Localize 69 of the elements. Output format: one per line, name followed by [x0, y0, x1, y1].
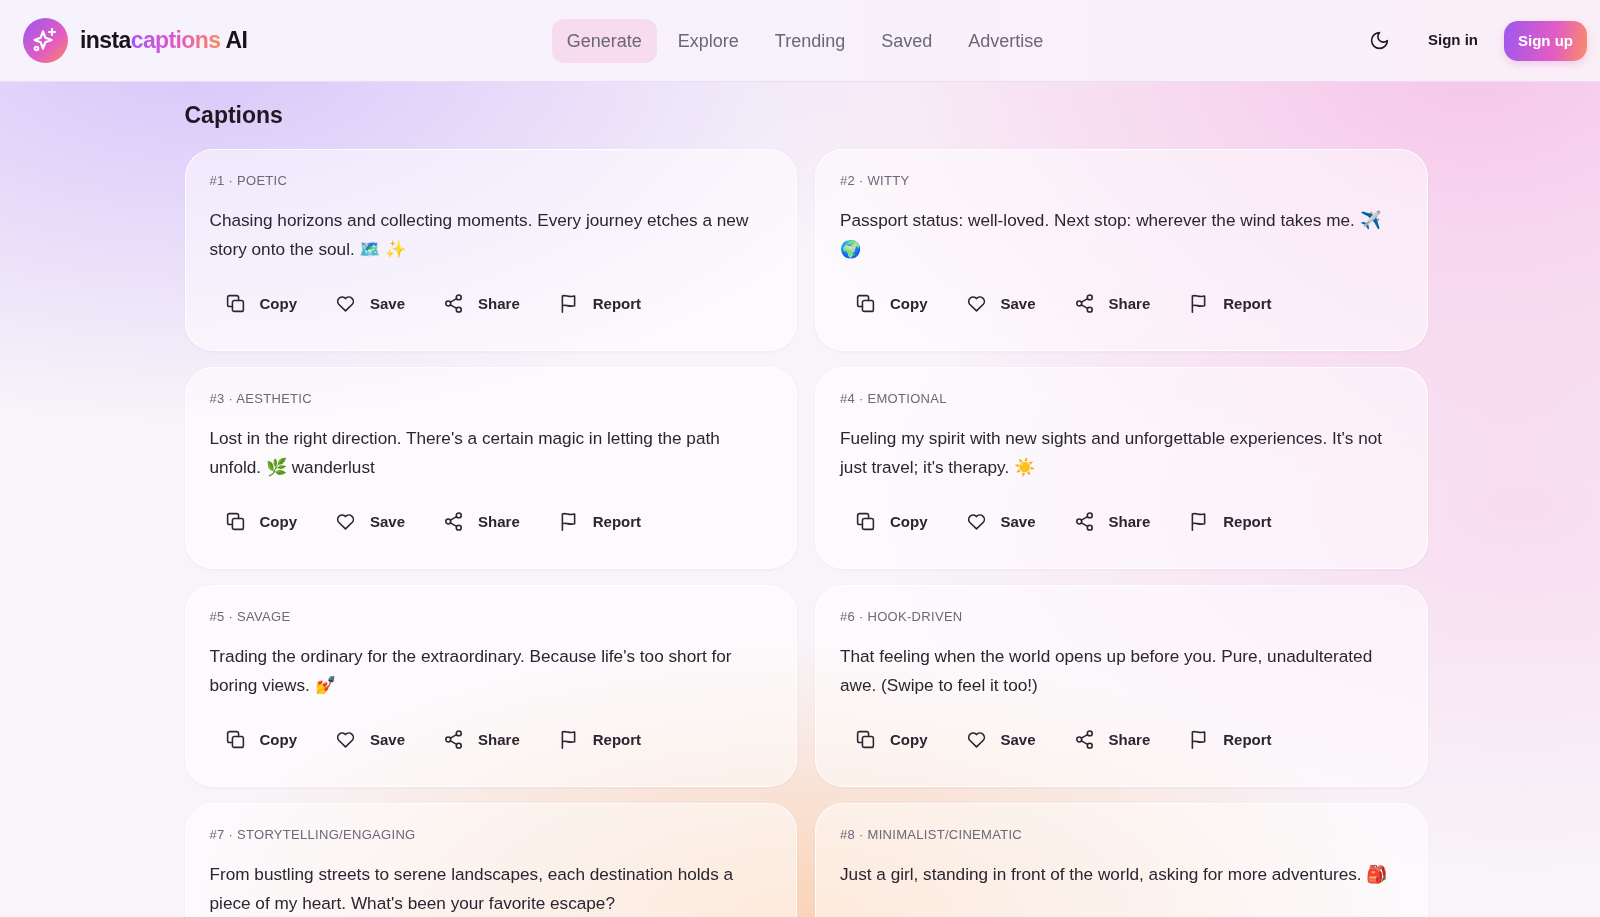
report-button[interactable]: Report [1173, 284, 1287, 323]
share-button[interactable]: Share [1058, 502, 1166, 541]
copy-icon [224, 729, 246, 750]
caption-text: Chasing horizons and collecting moments. Every journey etches a new story onto the soul. 🗺 ✨ [209, 209, 750, 261]
copy-icon [855, 511, 876, 532]
caption-label: #6 · HOOK-DRIVEN [840, 608, 964, 626]
copy-button[interactable]: Copy [840, 720, 943, 759]
nav-tab[interactable]: Trending [759, 18, 861, 63]
share-icon [443, 511, 465, 532]
section-title: Captions [184, 101, 284, 130]
copy-button[interactable]: Copy [209, 720, 312, 759]
report-button[interactable]: Report [542, 502, 657, 541]
sign-up-button[interactable]: Sign up [1504, 20, 1587, 61]
report-button[interactable]: Report [542, 720, 657, 759]
heart-icon [965, 511, 987, 532]
moon-icon [1369, 30, 1390, 51]
caption-text: Lost in the right direction. There's a certain magic in letting the path unfold. 🌿 wanderlust [209, 427, 721, 479]
sign-in-button[interactable]: Sign in [1416, 21, 1490, 60]
share-button[interactable]: Share [1058, 720, 1166, 759]
caption-text: That feeling when the world opens up before you. Pure, unadulterated awe. (Swipe to feel it too!) [840, 645, 1374, 697]
copy-icon [855, 293, 876, 314]
caption-label: #4 · EMOTIONAL [840, 390, 948, 408]
nav-tab[interactable]: Advertise [953, 18, 1059, 63]
caption-text: From bustling streets to serene landscapes, each destination holds a piece of my heart. What's been your favorite escape? [209, 863, 735, 915]
share-icon [1073, 293, 1095, 314]
share-icon [443, 293, 465, 314]
copy-icon [224, 511, 246, 532]
save-button[interactable]: Save [950, 720, 1051, 759]
share-icon [1073, 729, 1095, 750]
caption-label: #8 · MINIMALIST/CINEMATIC [840, 826, 1024, 844]
report-button[interactable]: Report [1173, 502, 1287, 541]
caption-label: #5 · SAVAGE [209, 608, 292, 626]
save-button[interactable]: Save [320, 720, 421, 759]
caption-text: Fueling my spirit with new sights and unforgettable experiences. It's not just travel; it's therapy. ☀ [840, 427, 1384, 479]
caption-label: #3 · AESTHETIC [209, 390, 313, 408]
save-button[interactable]: Save [950, 284, 1051, 323]
save-button[interactable]: Save [320, 502, 421, 541]
report-button[interactable]: Report [1173, 720, 1287, 759]
report-button[interactable]: Report [542, 284, 657, 323]
share-button[interactable]: Share [1058, 284, 1166, 323]
copy-button[interactable]: Copy [840, 502, 943, 541]
share-icon [1073, 511, 1095, 532]
heart-icon [965, 729, 987, 750]
nav-tab[interactable]: Generate [551, 18, 657, 63]
sparkles-logo-icon [23, 18, 68, 63]
share-button[interactable]: Share [428, 720, 535, 759]
heart-icon [335, 729, 356, 750]
caption-text: Just a girl, standing in front of the world, asking for more adventures. 🎒 [840, 863, 1389, 886]
save-button[interactable]: Save [320, 284, 421, 323]
copy-icon [224, 293, 246, 314]
copy-icon [855, 729, 876, 750]
save-button[interactable]: Save [950, 502, 1051, 541]
nav-tab[interactable]: Explore [662, 18, 754, 63]
caption-label: #2 · WITTY [840, 172, 911, 190]
nav-tab[interactable]: Saved [866, 18, 948, 63]
share-button[interactable]: Share [428, 502, 535, 541]
copy-button[interactable]: Copy [209, 284, 312, 323]
caption-text: Trading the ordinary for the extraordinary. Because life's too short for boring views. 💅 [209, 645, 733, 697]
copy-button[interactable]: Copy [209, 502, 312, 541]
caption-label: #1 · POETIC [209, 172, 289, 190]
share-icon [443, 729, 465, 750]
copy-button[interactable]: Copy [840, 284, 943, 323]
heart-icon [335, 293, 356, 314]
share-button[interactable]: Share [428, 284, 535, 323]
heart-icon [335, 511, 356, 532]
caption-label: #7 · STORYTELLING/ENGAGING [209, 826, 417, 844]
brand-name: instacaptions AI [80, 26, 248, 56]
heart-icon [965, 293, 987, 314]
caption-text: Passport status: well-loved. Next stop: wherever the wind takes me. ✈ 🌍 [840, 209, 1382, 261]
